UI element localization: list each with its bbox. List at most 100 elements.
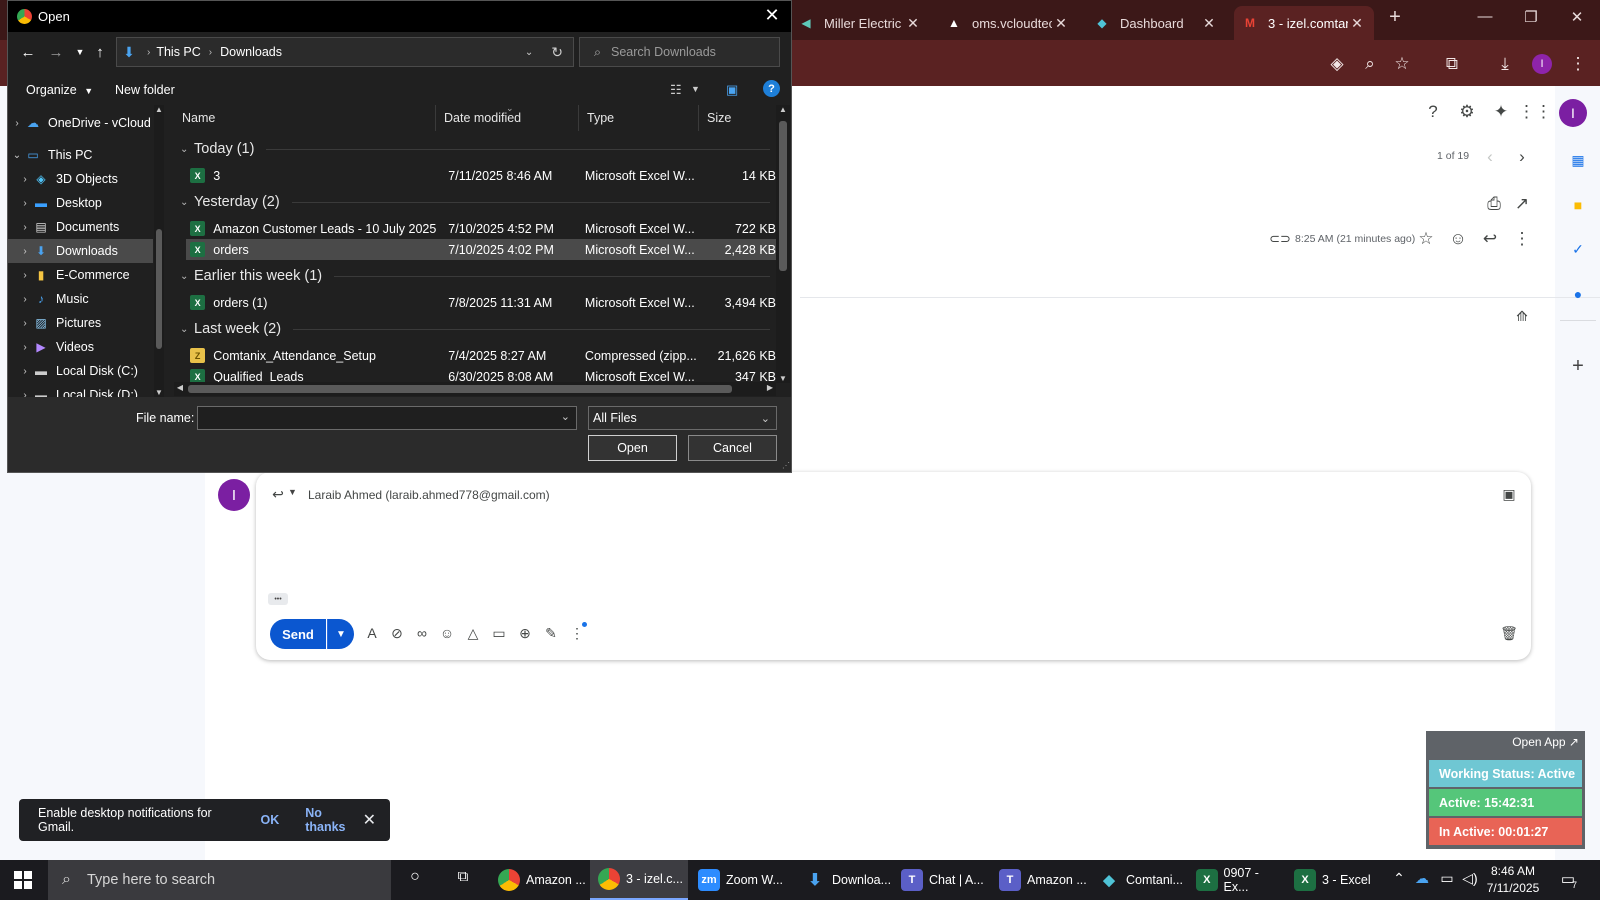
popout-icon[interactable]: ▣ (1496, 481, 1522, 507)
expand-chevron-icon[interactable]: › (18, 342, 32, 353)
tab-close-icon[interactable]: ✕ (1052, 15, 1070, 32)
nav-item-desktop[interactable]: › ▬ Desktop (8, 191, 153, 215)
tab-close-icon[interactable]: ✕ (904, 15, 922, 32)
attach-file-icon[interactable]: ⊘ (386, 622, 408, 644)
next-chevron-icon[interactable]: › (1509, 144, 1535, 170)
emoji-react-icon[interactable]: ☺ (1445, 226, 1471, 252)
window-close-button[interactable]: ✕ (1562, 8, 1592, 26)
add-to-drive-icon[interactable]: ⟰ (1509, 303, 1535, 329)
apps-grid-icon[interactable]: ⋮⋮ (1518, 99, 1552, 125)
nav-item-music[interactable]: › ♪ Music (8, 287, 153, 311)
tab-dashboard[interactable]: ◆ Dashboard ✕ (1086, 6, 1226, 40)
more-options-icon[interactable]: ⋮ (1509, 226, 1535, 252)
reply-type-dropdown-icon[interactable]: ▼ (288, 487, 297, 497)
view-options-icon[interactable]: ☷ (670, 82, 682, 98)
tab-oms-vcloudtech[interactable]: ▲ oms.vcloudtech ✕ (938, 6, 1078, 40)
onedrive-tray-icon[interactable]: ☁ (1412, 870, 1432, 887)
address-bar[interactable]: ⬇ › This PC › Downloads ⌄ ↻ (116, 37, 574, 67)
taskbar-search-box[interactable]: ⌕ Type here to search (48, 860, 391, 900)
file-row[interactable]: X 3 7/11/2025 8:46 AM Microsoft Excel W.… (186, 165, 776, 186)
tab-gmail-active[interactable]: M 3 - izel.comtan ✕ (1234, 6, 1374, 40)
taskbar-app-comtanix[interactable]: ◆ Comtani... (1090, 860, 1188, 900)
extensions-icon[interactable]: ⧉ (1440, 52, 1464, 76)
network-icon[interactable]: ▭ (1437, 870, 1457, 887)
cortana-circle-icon[interactable]: ○ (405, 868, 425, 886)
expand-chevron-icon[interactable]: › (18, 294, 32, 305)
tab-close-icon[interactable]: ✕ (1348, 15, 1366, 32)
calendar-app-icon[interactable]: ▦ (1568, 150, 1588, 170)
show-trimmed-content-button[interactable]: ••• (268, 593, 288, 605)
nav-item-onedrive[interactable]: › ☁ OneDrive - vCloud (8, 111, 153, 135)
organize-button[interactable]: Organize ▼ (26, 83, 93, 97)
file-name-input[interactable]: ⌄ (197, 406, 577, 430)
expand-chevron-icon[interactable]: › (10, 118, 24, 129)
expand-chevron-icon[interactable]: › (18, 174, 32, 185)
nav-item-e-commerce[interactable]: › ▮ E-Commerce (8, 263, 153, 287)
taskbar-app-excel-0907[interactable]: X 0907 - Ex... (1188, 860, 1286, 900)
group-collapse-chevron-icon[interactable]: ⌄ (180, 197, 194, 208)
back-arrow-icon[interactable]: ← (18, 41, 38, 63)
expand-chevron-icon[interactable]: › (18, 198, 32, 209)
reply-recipient[interactable]: Laraib Ahmed (laraib.ahmed778@gmail.com) (308, 488, 550, 502)
open-button[interactable]: Open (588, 435, 677, 461)
discard-trash-icon[interactable]: 🗑 (1498, 622, 1520, 644)
file-list-horizontal-scrollbar[interactable]: ◀ ▶ (174, 382, 776, 396)
column-header-size[interactable]: Size (699, 105, 779, 131)
nav-item-3d-objects[interactable]: › ◈ 3D Objects (8, 167, 153, 191)
toast-ok-button[interactable]: OK (260, 813, 279, 827)
chrome-menu-icon[interactable]: ⋮ (1566, 52, 1590, 76)
taskbar-app-chrome-amazon[interactable]: Amazon ... (490, 860, 588, 900)
gemini-sparkle-icon[interactable]: ✦ (1488, 99, 1514, 125)
toast-no-thanks-button[interactable]: No thanks (305, 806, 362, 834)
taskbar-app-chrome-gmail[interactable]: 3 - izel.c... (590, 860, 688, 900)
file-scroll-thumb[interactable] (779, 121, 787, 271)
group-header-earlier-this-week[interactable]: ⌄ Earlier this week (1) (180, 265, 770, 287)
open-app-link[interactable]: Open App ↗ (1512, 735, 1579, 749)
refresh-icon[interactable]: ↻ (551, 44, 563, 61)
nav-item-local-disk-c[interactable]: › ▬ Local Disk (C:) (8, 359, 153, 383)
file-name-dropdown-icon[interactable]: ⌄ (561, 410, 570, 423)
nav-item-documents[interactable]: › ▤ Documents (8, 215, 153, 239)
insert-drive-icon[interactable]: △ (462, 622, 484, 644)
expand-chevron-icon[interactable]: › (18, 318, 32, 329)
gmail-account-avatar[interactable]: I (1559, 99, 1587, 127)
contacts-app-icon[interactable]: ● (1568, 284, 1588, 304)
task-view-icon[interactable]: ⧉ (453, 868, 473, 885)
confidential-mode-icon[interactable]: ⊕ (514, 622, 536, 644)
open-new-window-icon[interactable]: ↗ (1509, 191, 1535, 217)
nav-item-pictures[interactable]: › ▨ Pictures (8, 311, 153, 335)
nav-item-local-disk-d[interactable]: › ▬ Local Disk (D:) (8, 383, 153, 397)
new-folder-button[interactable]: New folder (115, 83, 175, 97)
taskbar-app-excel-3[interactable]: X 3 - Excel (1286, 860, 1384, 900)
column-header-type[interactable]: Type (579, 105, 699, 131)
group-collapse-chevron-icon[interactable]: ⌄ (180, 271, 194, 282)
expand-chevron-icon[interactable]: › (18, 222, 32, 233)
scroll-down-arrow-icon[interactable]: ▼ (154, 388, 164, 397)
expand-chevron-icon[interactable]: › (18, 366, 32, 377)
search-downloads-input[interactable]: ⌕ Search Downloads (579, 37, 780, 67)
file-row[interactable]: X orders (1) 7/8/2025 11:31 AM Microsoft… (186, 292, 776, 313)
get-addons-plus-icon[interactable]: + (1568, 355, 1588, 377)
tab-miller-electric[interactable]: ◀ Miller Electric | ✕ (790, 6, 930, 40)
profile-avatar[interactable]: I (1530, 52, 1554, 76)
settings-gear-icon[interactable]: ⚙ (1454, 99, 1480, 125)
zoom-icon[interactable]: ⌕ (1358, 52, 1382, 76)
view-dropdown-icon[interactable]: ▼ (691, 84, 700, 94)
formatting-icon[interactable]: A (361, 622, 383, 644)
insert-link-icon[interactable]: ∞ (411, 622, 433, 644)
group-collapse-chevron-icon[interactable]: ⌄ (180, 324, 194, 335)
cancel-button[interactable]: Cancel (688, 435, 777, 461)
group-header-today[interactable]: ⌄ Today (1) (180, 138, 770, 160)
horizontal-scroll-thumb[interactable] (188, 385, 732, 393)
forward-arrow-icon[interactable]: → (46, 41, 66, 63)
taskbar-app-zoom[interactable]: zm Zoom W... (690, 860, 788, 900)
collapse-chevron-icon[interactable]: ⌄ (10, 150, 24, 161)
file-row[interactable]: Z Comtanix_Attendance_Setup 7/4/2025 8:2… (186, 345, 776, 366)
insert-signature-icon[interactable]: ✎ (540, 622, 562, 644)
group-collapse-chevron-icon[interactable]: ⌄ (180, 144, 194, 155)
breadcrumb-this-pc[interactable]: This PC (156, 45, 200, 59)
expand-chevron-icon[interactable]: › (18, 270, 32, 281)
scroll-up-arrow-icon[interactable]: ▲ (776, 105, 790, 114)
reply-icon[interactable]: ↩ (1477, 226, 1503, 252)
insert-emoji-icon[interactable]: ☺ (436, 622, 458, 644)
